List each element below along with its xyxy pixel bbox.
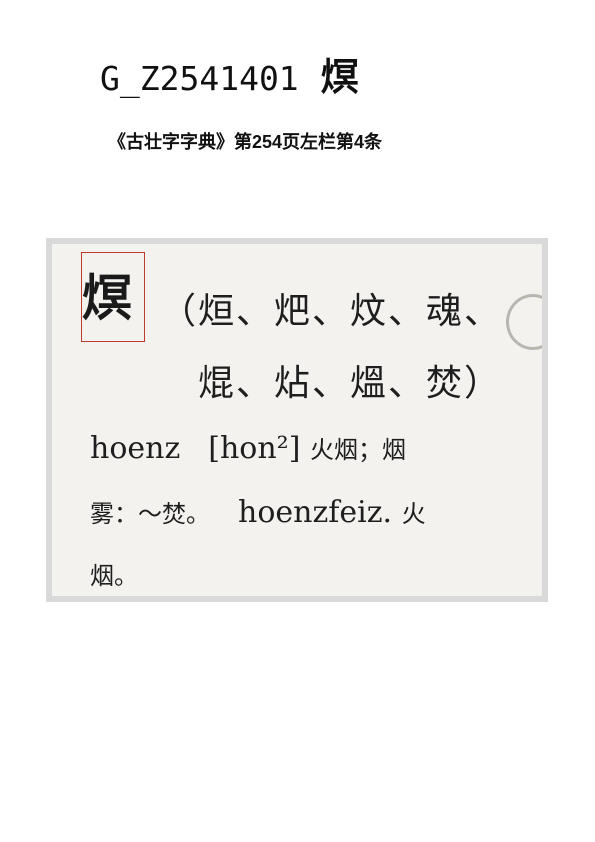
dictionary-scan: 熐 （烜、𤆵、炆、魂、 焜、炶、熅、焚） hoenz [hon²] 火烟；烟 雾：…	[46, 238, 548, 602]
headword: 熐	[82, 269, 132, 327]
romanization: hoenz	[90, 431, 181, 466]
source-citation: 《古壮字字典》第254页左栏第4条	[108, 132, 383, 152]
gloss-line-1: 火烟；烟	[309, 436, 406, 464]
variants-line-2: 焜、炶、熅、焚）	[198, 363, 503, 404]
variants-line-1: （烜、𤆵、炆、魂、	[160, 291, 503, 332]
scan-page: 熐 （烜、𤆵、炆、魂、 焜、炶、熅、焚） hoenz [hon²] 火烟；烟 雾：…	[52, 244, 542, 596]
gloss-suffix: 火	[401, 500, 426, 528]
glyph-code: G_Z2541401	[100, 59, 299, 98]
gloss-prefix: 雾：～焚。	[90, 500, 210, 528]
gloss-line-2: 雾：～焚。 hoenzfeiz. 火	[90, 494, 426, 530]
gloss-line-3: 烟。	[90, 556, 138, 592]
gloss-end: 烟。	[90, 562, 138, 590]
title-character: 熐	[320, 55, 359, 99]
pronunciation-line: hoenz [hon²] 火烟；烟	[90, 430, 406, 466]
phonetic-transcription: [hon²]	[208, 431, 301, 466]
page-title: G_Z2541401 熐	[100, 58, 359, 96]
pen-circle-mark	[506, 294, 542, 350]
compound-word: hoenzfeiz.	[238, 495, 393, 530]
